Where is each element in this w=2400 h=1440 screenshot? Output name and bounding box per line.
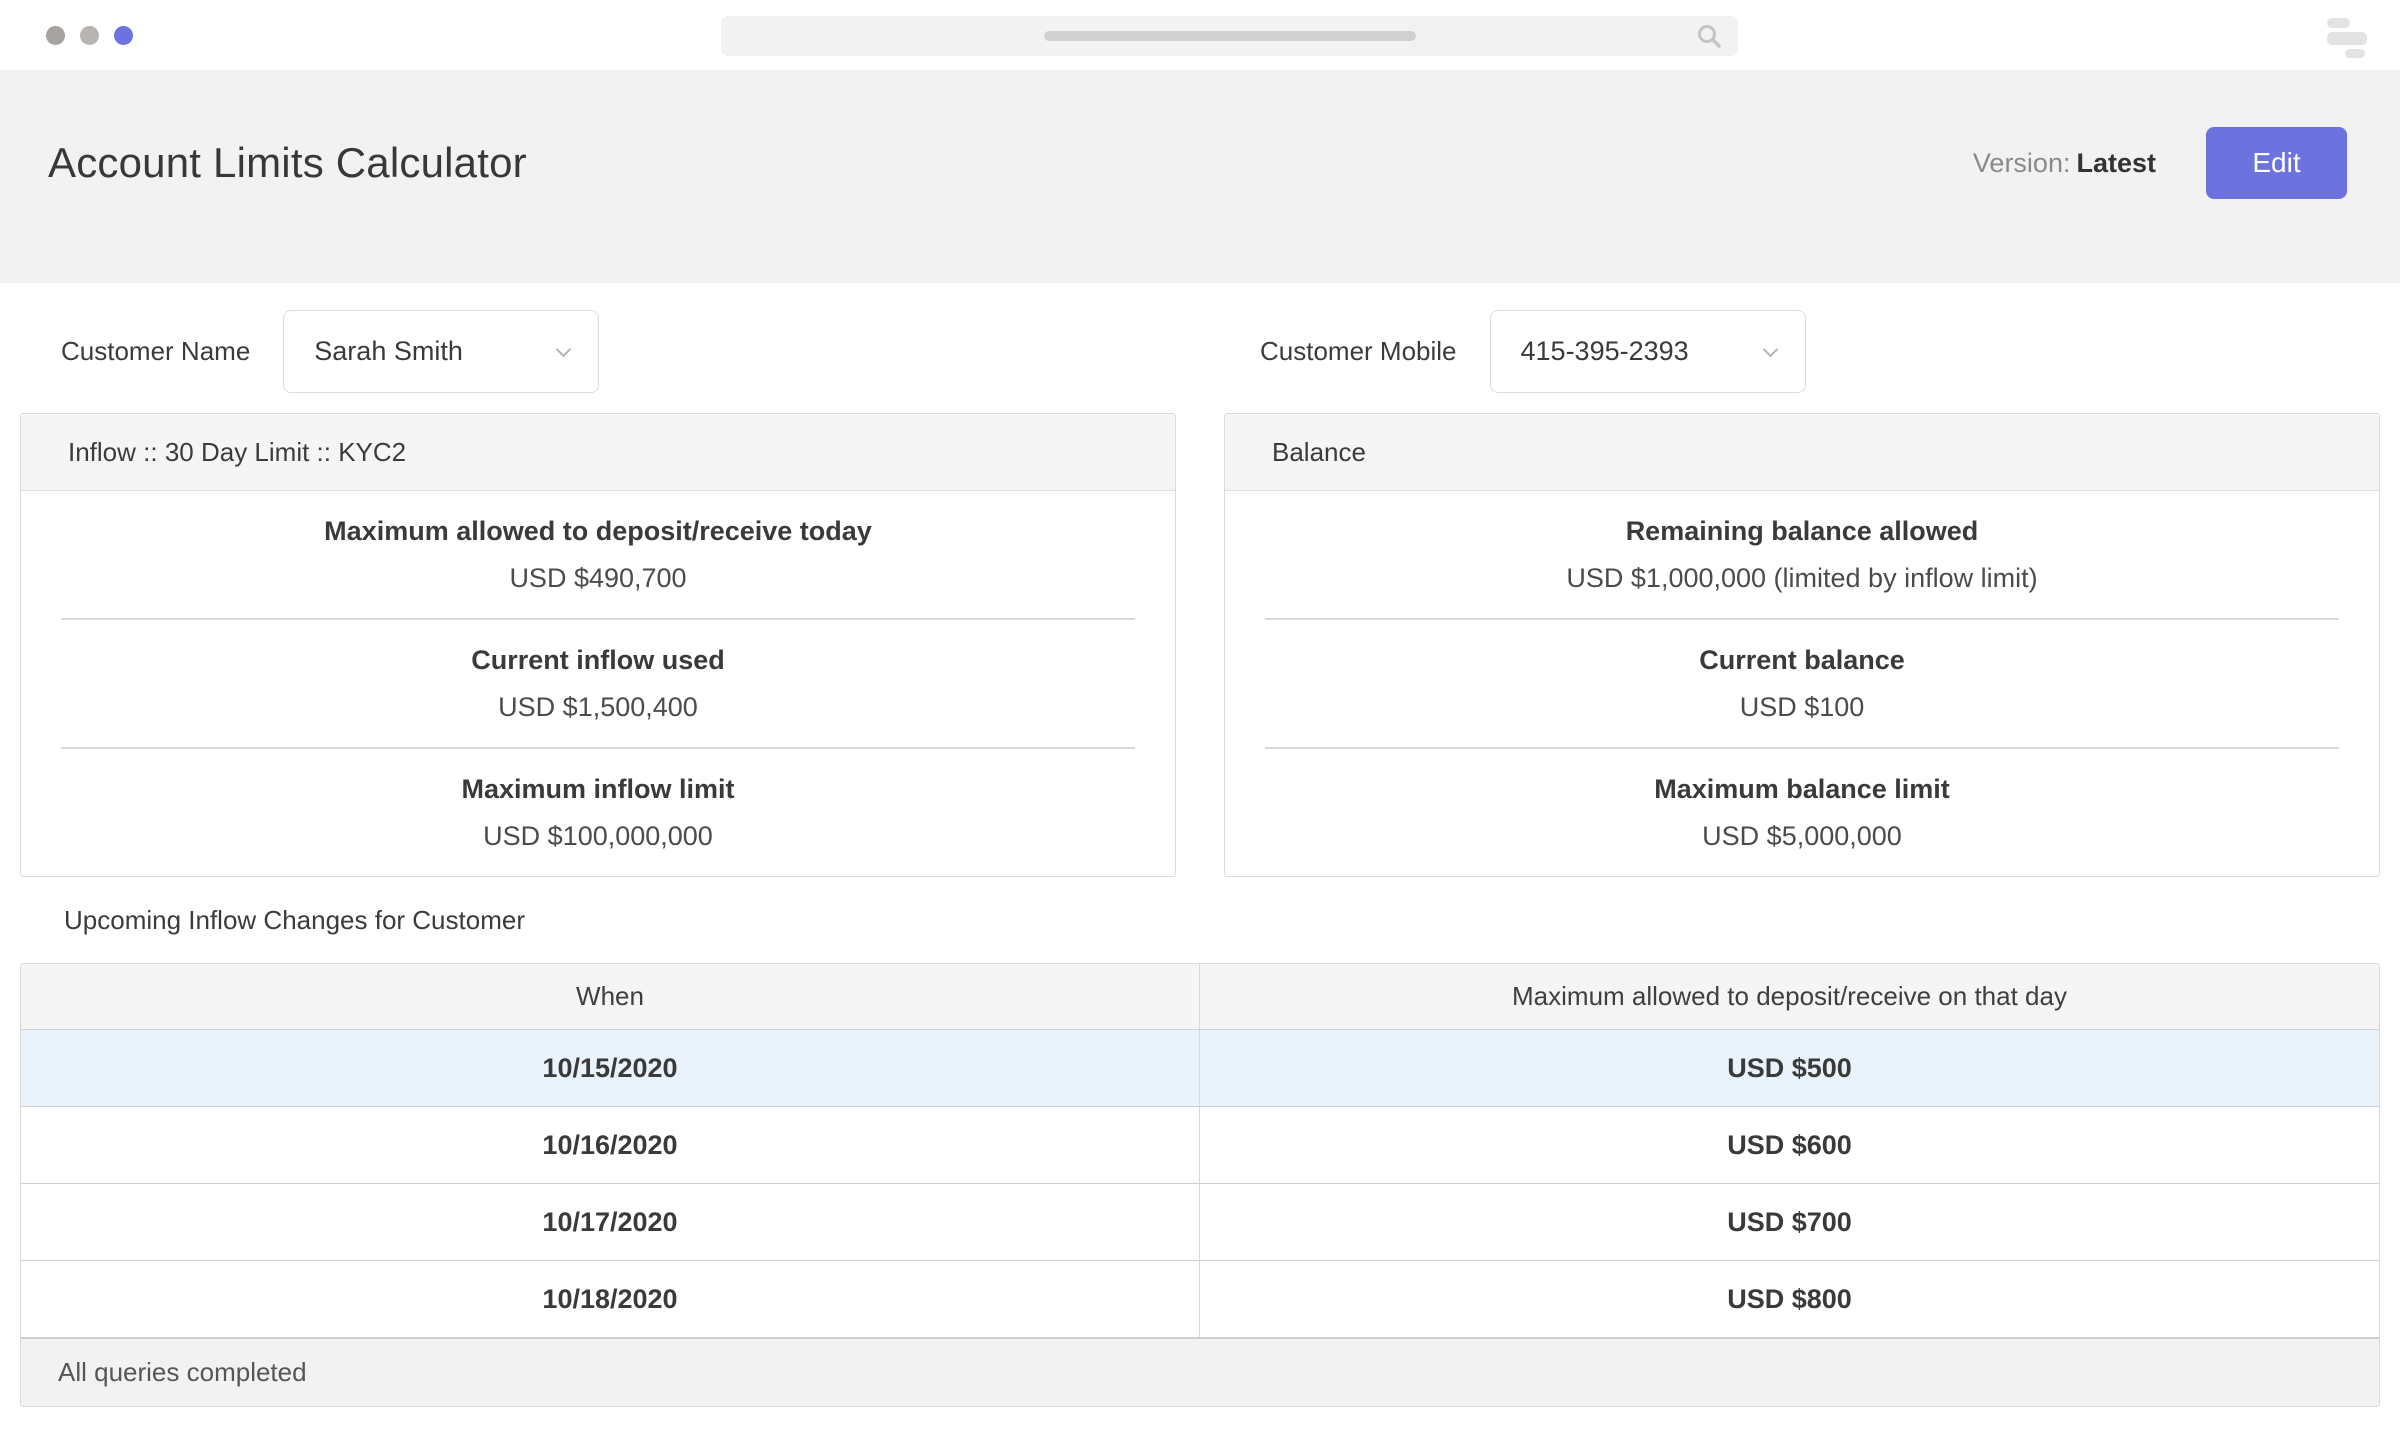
card-item: Maximum inflow limit USD $100,000,000: [21, 749, 1175, 876]
edit-button[interactable]: Edit: [2206, 127, 2347, 199]
chevron-down-icon: [558, 344, 570, 356]
column-header-max-allowed: Maximum allowed to deposit/receive on th…: [1200, 964, 2379, 1029]
chevron-down-icon: [1765, 344, 1777, 356]
stat-label: Current inflow used: [471, 645, 725, 676]
version-value: Latest: [2076, 148, 2156, 178]
customer-name-value: Sarah Smith: [314, 336, 463, 367]
cell-amount: USD $600: [1200, 1107, 2379, 1183]
upcoming-changes-table: When Maximum allowed to deposit/receive …: [20, 963, 2380, 1407]
page-header: Account Limits Calculator Version:Latest…: [0, 70, 2400, 283]
table-row[interactable]: 10/15/2020 USD $500: [21, 1030, 2379, 1107]
browser-topbar: [0, 0, 2400, 70]
cell-amount: USD $500: [1200, 1030, 2379, 1106]
window-dot-icon[interactable]: [114, 26, 133, 45]
column-header-when: When: [21, 964, 1200, 1029]
customer-mobile-value: 415-395-2393: [1521, 336, 1689, 367]
table-row[interactable]: 10/17/2020 USD $700: [21, 1184, 2379, 1261]
table-status-footer: All queries completed: [21, 1338, 2379, 1406]
stat-value: USD $490,700: [509, 563, 686, 594]
table-row[interactable]: 10/18/2020 USD $800: [21, 1261, 2379, 1338]
customer-mobile-label: Customer Mobile: [1260, 336, 1457, 367]
balance-card: Balance Remaining balance allowed USD $1…: [1224, 413, 2380, 877]
customer-mobile-select[interactable]: 415-395-2393: [1490, 310, 1806, 393]
stat-label: Current balance: [1699, 645, 1905, 676]
stat-value: USD $1,000,000 (limited by inflow limit): [1566, 563, 2037, 594]
menu-bar: [2327, 18, 2350, 28]
table-header-row: When Maximum allowed to deposit/receive …: [21, 964, 2379, 1030]
card-item: Maximum balance limit USD $5,000,000: [1225, 749, 2379, 876]
cell-when: 10/16/2020: [21, 1107, 1200, 1183]
stat-label: Maximum allowed to deposit/receive today: [324, 516, 872, 547]
cell-amount: USD $700: [1200, 1184, 2379, 1260]
stat-value: USD $100: [1740, 692, 1865, 723]
cell-when: 10/15/2020: [21, 1030, 1200, 1106]
inflow-limit-card: Inflow :: 30 Day Limit :: KYC2 Maximum a…: [20, 413, 1176, 877]
upcoming-changes-heading: Upcoming Inflow Changes for Customer: [64, 905, 2400, 936]
stat-value: USD $100,000,000: [483, 821, 713, 852]
balance-card-title: Balance: [1225, 414, 2379, 491]
card-item: Maximum allowed to deposit/receive today…: [21, 491, 1175, 618]
table-row[interactable]: 10/16/2020 USD $600: [21, 1107, 2379, 1184]
menu-bar: [2327, 32, 2367, 45]
menu-bar: [2345, 49, 2365, 58]
cell-when: 10/18/2020: [21, 1261, 1200, 1337]
list-menu-icon[interactable]: [2327, 18, 2367, 58]
stat-label: Remaining balance allowed: [1626, 516, 1979, 547]
search-placeholder-bar: [1044, 31, 1416, 41]
version-info: Version:Latest: [1973, 148, 2156, 179]
limit-cards: Inflow :: 30 Day Limit :: KYC2 Maximum a…: [20, 413, 2380, 877]
window-dot-icon[interactable]: [80, 26, 99, 45]
card-item: Current inflow used USD $1,500,400: [21, 620, 1175, 747]
customer-form: Customer Name Sarah Smith Customer Mobil…: [0, 310, 2400, 393]
version-label: Version:: [1973, 148, 2071, 178]
page-title: Account Limits Calculator: [48, 139, 527, 187]
card-item: Current balance USD $100: [1225, 620, 2379, 747]
customer-name-select[interactable]: Sarah Smith: [283, 310, 599, 393]
window-controls: [46, 0, 133, 70]
search-input[interactable]: [721, 16, 1738, 56]
cell-when: 10/17/2020: [21, 1184, 1200, 1260]
stat-label: Maximum inflow limit: [461, 774, 734, 805]
stat-label: Maximum balance limit: [1654, 774, 1950, 805]
stat-value: USD $1,500,400: [498, 692, 698, 723]
window-dot-icon[interactable]: [46, 26, 65, 45]
search-icon[interactable]: [1696, 23, 1722, 49]
card-item: Remaining balance allowed USD $1,000,000…: [1225, 491, 2379, 618]
stat-value: USD $5,000,000: [1702, 821, 1902, 852]
customer-name-label: Customer Name: [61, 336, 250, 367]
inflow-card-title: Inflow :: 30 Day Limit :: KYC2: [21, 414, 1175, 491]
cell-amount: USD $800: [1200, 1261, 2379, 1337]
